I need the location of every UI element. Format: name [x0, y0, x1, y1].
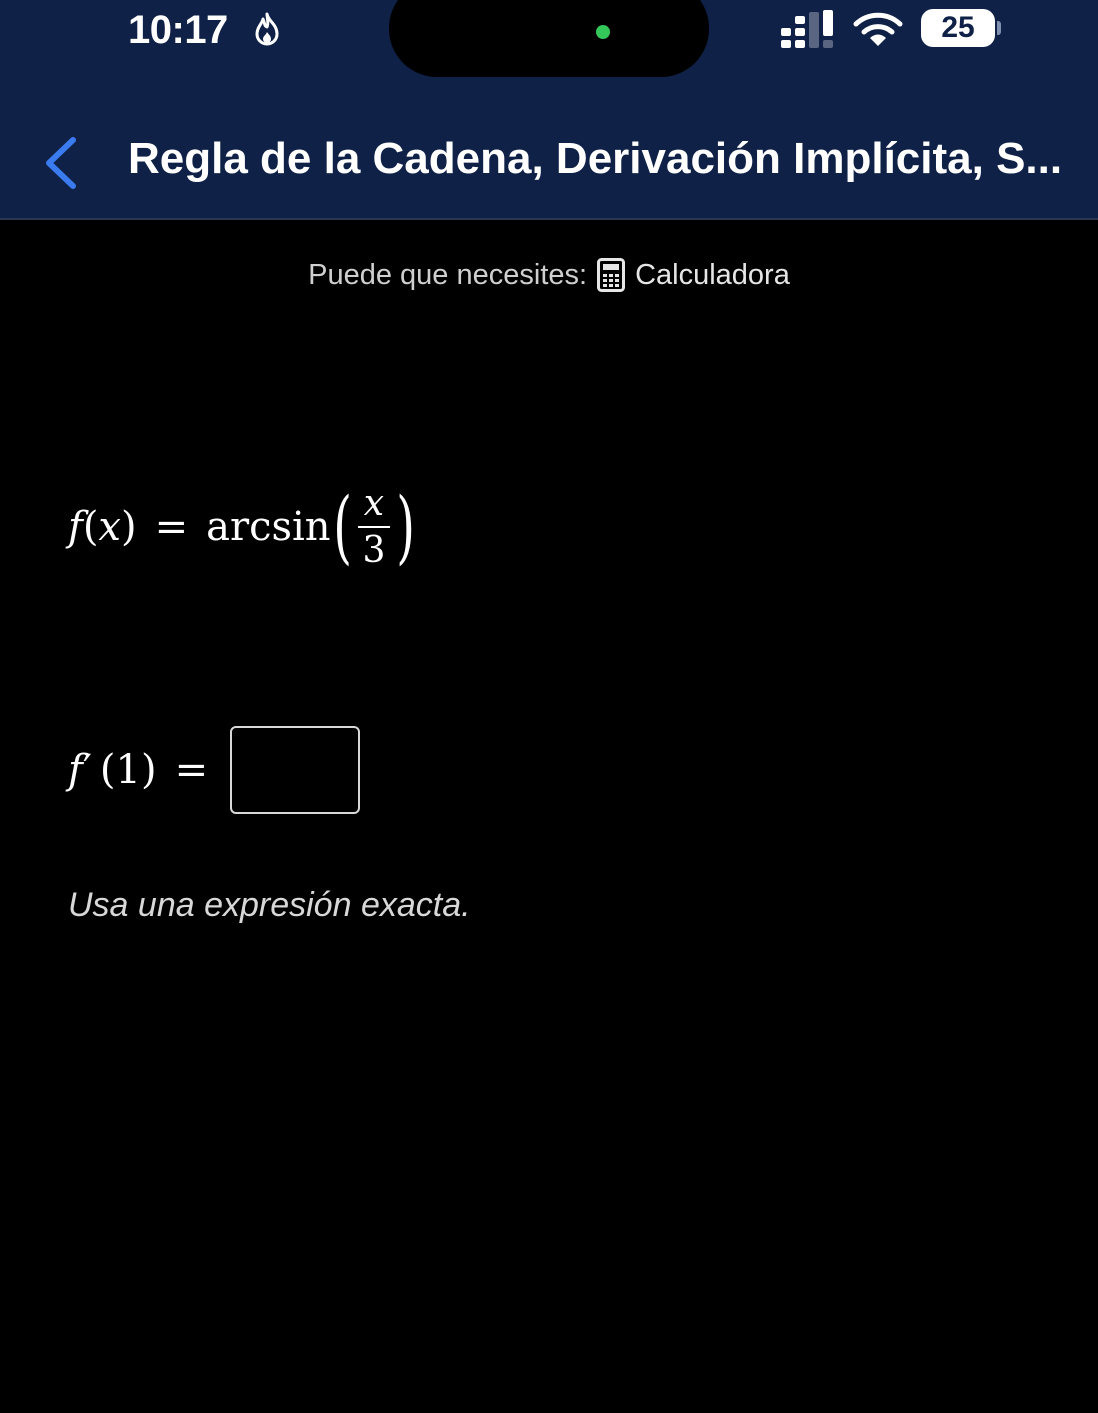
open-paren-large: ( [332, 480, 352, 573]
fraction-bar [357, 526, 391, 528]
derivative-argument: 1 [115, 747, 141, 793]
chevron-left-icon [46, 137, 76, 189]
arcsin-operator: arcsin [206, 504, 331, 550]
instruction-text: Usa una expresión exacta. [68, 886, 471, 924]
fraction-numerator: x [363, 482, 385, 524]
top-header: 10:17 25 Regla de la Cadena, Derivación … [0, 0, 1098, 220]
fraction: x 3 [357, 482, 391, 572]
open-paren: ( [82, 504, 99, 550]
close-paren-large: ) [396, 480, 416, 573]
answer-row: f ′ ( 1 ) = [68, 724, 361, 816]
function-variable: x [98, 504, 121, 550]
tools-hint: Puede que necesites: Calculadora [0, 258, 1098, 292]
close-paren: ) [140, 747, 157, 793]
equals-sign: = [174, 747, 209, 793]
fire-icon [255, 12, 279, 46]
prime-mark: ′ [82, 747, 92, 793]
hint-label: Puede que necesites: [308, 258, 588, 291]
calculator-link[interactable]: Calculadora [597, 258, 790, 292]
camera-indicator-dot [596, 25, 610, 39]
answer-input[interactable] [230, 726, 361, 814]
battery-icon: 25 [921, 9, 995, 47]
derivative-name: f [68, 747, 83, 793]
function-name: f [68, 504, 83, 550]
battery-tip [997, 21, 1001, 35]
fraction-denominator: 3 [362, 530, 386, 571]
open-paren: ( [99, 747, 116, 793]
page-title: Regla de la Cadena, Derivación Implícita… [128, 134, 1063, 183]
calculator-icon [597, 258, 626, 292]
calculator-label: Calculadora [635, 258, 790, 291]
equals-sign: = [154, 504, 189, 550]
status-time: 10:17 [128, 8, 228, 52]
back-button[interactable] [30, 128, 90, 198]
signal-icon [781, 10, 833, 48]
wifi-icon [853, 12, 903, 46]
dynamic-island [389, 0, 709, 77]
close-paren: ) [120, 504, 137, 550]
function-definition: f ( x ) = arcsin ( x 3 ) [68, 472, 417, 582]
